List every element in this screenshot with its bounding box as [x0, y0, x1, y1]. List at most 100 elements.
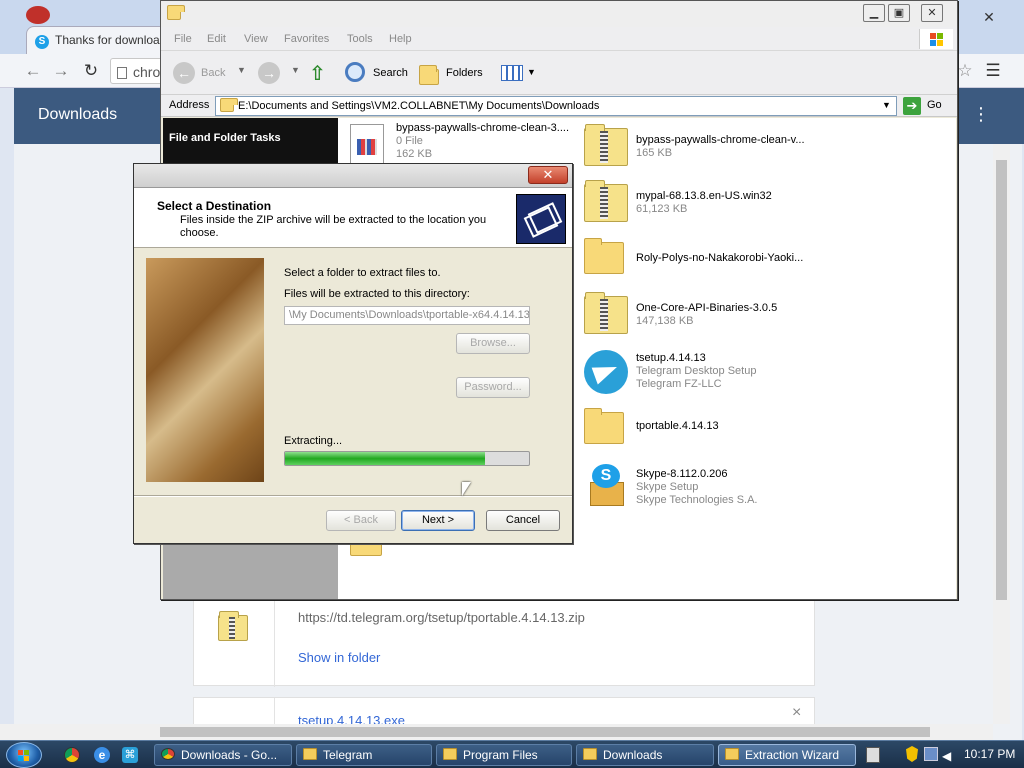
- destination-path-field[interactable]: \My Documents\Downloads\tportable-x64.4.…: [284, 306, 530, 325]
- chrome-icon: [161, 748, 175, 760]
- forward-arrow-icon[interactable]: →: [50, 61, 72, 81]
- menu-view[interactable]: View: [244, 33, 268, 45]
- remove-download-icon[interactable]: ×: [792, 704, 801, 722]
- page-scrollbar-thumb[interactable]: [996, 160, 1007, 600]
- search-icon[interactable]: [345, 62, 365, 82]
- chrome-menu-icon[interactable]: ☰: [982, 61, 1004, 81]
- next-button[interactable]: Next >: [401, 510, 475, 531]
- chrome-close-button[interactable]: ✕: [972, 6, 1006, 28]
- page-icon: [117, 67, 127, 80]
- menu-tools[interactable]: Tools: [347, 33, 373, 45]
- dialog-titlebar[interactable]: ✕: [134, 164, 572, 188]
- views-dropdown-icon[interactable]: ▼: [527, 67, 536, 77]
- volume-icon[interactable]: ◀: [942, 749, 951, 763]
- directory-label: Files will be extracted to this director…: [284, 288, 470, 300]
- dialog-subheading: Files inside the ZIP archive will be ext…: [180, 214, 487, 239]
- address-label: Address: [169, 99, 210, 111]
- file-name: bypass-paywalls-chrome-clean-v...: [636, 134, 805, 146]
- mouse-cursor-icon: [462, 482, 471, 496]
- folder-icon: [584, 238, 624, 274]
- chrome-quicklaunch-icon[interactable]: [64, 747, 80, 763]
- start-button[interactable]: [6, 742, 42, 768]
- dialog-header: Select a Destination Files inside the ZI…: [134, 188, 572, 248]
- folder-icon: [725, 748, 739, 760]
- file-item[interactable]: One-Core-API-Binaries-3.0.5 147,138 KB: [580, 292, 840, 338]
- zip-folder-icon: [584, 180, 628, 222]
- file-item[interactable]: bypass-paywalls-chrome-clean-v... 165 KB: [580, 124, 840, 170]
- download-url[interactable]: https://td.telegram.org/tsetup/tportable…: [298, 610, 585, 625]
- back-dropdown-icon[interactable]: ▼: [237, 65, 246, 75]
- taskbar-button-extraction-wizard[interactable]: Extraction Wizard: [718, 744, 856, 766]
- security-shield-icon[interactable]: [906, 746, 918, 762]
- app-quicklaunch-icon[interactable]: ⌘: [122, 747, 138, 763]
- ie-quicklaunch-icon[interactable]: e: [94, 747, 110, 763]
- go-button[interactable]: Go: [927, 99, 942, 111]
- page-title: Downloads: [38, 106, 118, 123]
- address-bar: Address E:\Documents and Settings\VM2.CO…: [161, 95, 957, 117]
- file-description: Telegram Desktop Setup: [636, 365, 757, 377]
- file-detail: 0 File: [396, 135, 423, 147]
- file-name: tsetup.4.14.13: [636, 352, 706, 364]
- address-folder-icon: [220, 98, 238, 112]
- show-in-folder-link[interactable]: Show in folder: [298, 650, 380, 665]
- address-field[interactable]: E:\Documents and Settings\VM2.COLLABNET\…: [215, 96, 897, 116]
- file-item[interactable]: Roly-Polys-no-Nakakorobi-Yaoki...: [580, 236, 840, 282]
- file-size: 147,138 KB: [636, 315, 694, 327]
- extraction-wizard-dialog: ✕ Select a Destination Files inside the …: [133, 163, 573, 544]
- keyboard-tray-icon[interactable]: [866, 747, 880, 763]
- folders-button-label[interactable]: Folders: [446, 67, 483, 79]
- back-arrow-icon[interactable]: ←: [22, 61, 44, 81]
- close-button[interactable]: ✕: [921, 4, 943, 22]
- cancel-button[interactable]: Cancel: [486, 510, 560, 531]
- folders-icon[interactable]: [419, 65, 439, 85]
- menu-file[interactable]: File: [174, 33, 192, 45]
- taskbar-button-telegram[interactable]: Telegram: [296, 744, 432, 766]
- back-button-label[interactable]: Back: [201, 67, 225, 79]
- skype-favicon-icon: S: [35, 35, 49, 49]
- maximize-button[interactable]: ▣: [888, 4, 910, 22]
- task-pane-title[interactable]: File and Folder Tasks: [169, 132, 281, 144]
- file-name: bypass-paywalls-chrome-clean-3....: [396, 122, 570, 134]
- menu-edit[interactable]: Edit: [207, 33, 226, 45]
- file-item[interactable]: mypal-68.13.8.en-US.win32 61,123 KB: [580, 180, 840, 226]
- go-arrow-icon[interactable]: ➔: [903, 97, 921, 115]
- file-company: Telegram FZ-LLC: [636, 378, 722, 390]
- minimize-button[interactable]: ▁: [863, 4, 885, 22]
- tab-thanks-for-download[interactable]: S Thanks for downloa: [26, 26, 176, 54]
- taskbar-button-program-files[interactable]: Program Files: [436, 744, 572, 766]
- chrome-profile-icon[interactable]: [26, 6, 50, 24]
- back-button-icon[interactable]: ←: [173, 62, 195, 84]
- explorer-folder-icon: [167, 5, 185, 20]
- network-tray-icon[interactable]: [924, 747, 938, 761]
- taskbar-button-downloads[interactable]: Downloads: [576, 744, 714, 766]
- zip-folder-logo-icon: [516, 194, 566, 244]
- file-name: tportable.4.14.13: [636, 420, 719, 432]
- file-item[interactable]: S Skype-8.112.0.206 Skype Setup Skype Tech…: [580, 462, 840, 508]
- explorer-titlebar[interactable]: ▁ ▣ ✕: [161, 1, 957, 27]
- password-button[interactable]: Password...: [456, 377, 530, 398]
- forward-button-icon[interactable]: →: [258, 62, 280, 84]
- back-button[interactable]: < Back: [326, 510, 396, 531]
- up-folder-icon[interactable]: ⇧: [309, 61, 331, 85]
- dialog-close-button[interactable]: ✕: [528, 166, 568, 184]
- menu-help[interactable]: Help: [389, 33, 412, 45]
- file-item[interactable]: tsetup.4.14.13 Telegram Desktop Setup Tele…: [580, 348, 840, 394]
- address-dropdown-icon[interactable]: ▼: [882, 100, 891, 110]
- forward-dropdown-icon[interactable]: ▼: [291, 65, 300, 75]
- file-name: One-Core-API-Binaries-3.0.5: [636, 302, 778, 314]
- horizontal-scrollbar[interactable]: [0, 724, 993, 740]
- search-button-label[interactable]: Search: [373, 67, 408, 79]
- views-icon[interactable]: [501, 65, 523, 81]
- menu-bar: File Edit View Favorites Tools Help: [161, 27, 957, 51]
- file-item[interactable]: bypass-paywalls-chrome-clean-3.... 0 Fil…: [348, 122, 608, 168]
- zip-folder-icon: [584, 124, 628, 166]
- select-folder-label: Select a folder to extract files to.: [284, 267, 441, 279]
- clock[interactable]: 10:17 PM: [964, 747, 1015, 761]
- taskbar: e ⌘ Downloads - Go... Telegram Program F…: [0, 740, 1024, 768]
- reload-icon[interactable]: ↻: [80, 61, 102, 81]
- more-actions-icon[interactable]: ⋮: [972, 104, 990, 125]
- file-item[interactable]: tportable.4.14.13: [580, 406, 840, 452]
- menu-favorites[interactable]: Favorites: [284, 33, 329, 45]
- browse-button[interactable]: Browse...: [456, 333, 530, 354]
- taskbar-button-chrome[interactable]: Downloads - Go...: [154, 744, 292, 766]
